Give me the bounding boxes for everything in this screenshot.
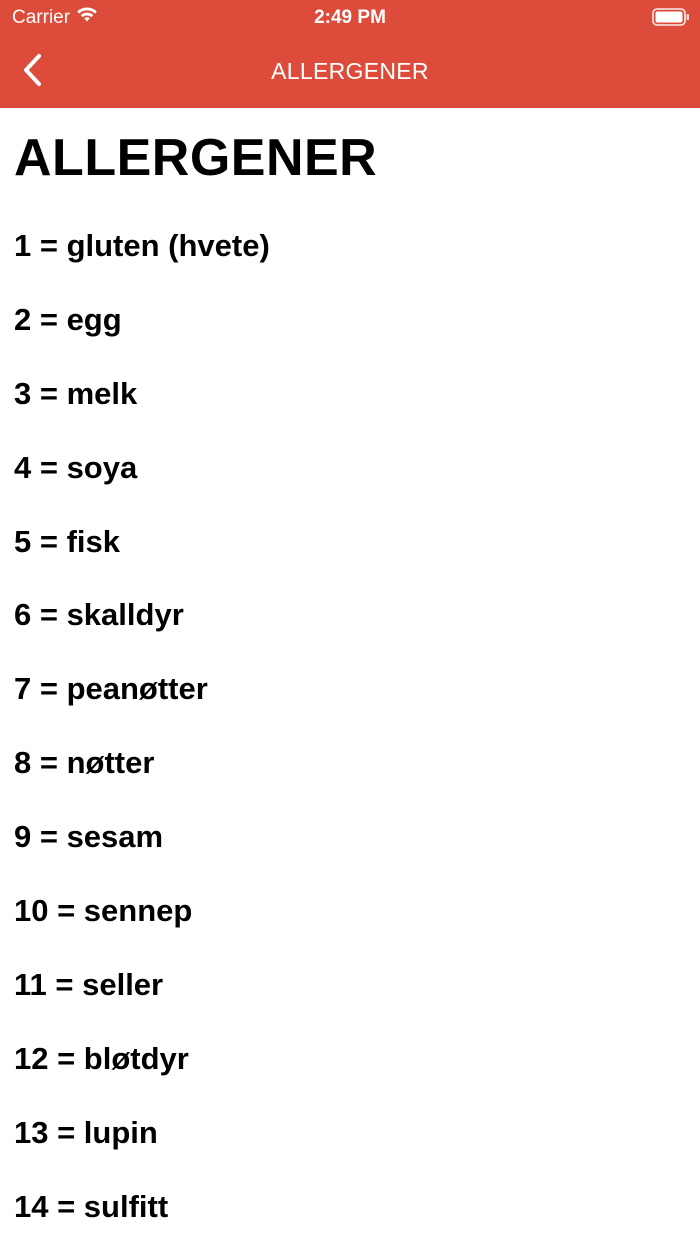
list-item: 10 = sennep bbox=[14, 893, 193, 929]
list-item: 2 = egg bbox=[14, 301, 122, 337]
list-item: 11 = seller bbox=[14, 966, 164, 1002]
battery-icon bbox=[652, 8, 690, 26]
list-item: 12 = bløtdyr bbox=[14, 1040, 189, 1076]
list-item: 3 = melk bbox=[14, 375, 138, 411]
list-item: 14 = sulfitt bbox=[14, 1188, 169, 1224]
status-time: 2:49 PM bbox=[314, 7, 386, 28]
list-item: 13 = lupin bbox=[14, 1114, 158, 1150]
nav-title: ALLERGENER bbox=[271, 58, 429, 84]
list-item: 7 = peanøtter bbox=[14, 671, 208, 707]
list-item: 4 = soya bbox=[14, 449, 138, 485]
page-title: ALLERGENER bbox=[14, 129, 378, 187]
list-item: 8 = nøtter bbox=[14, 745, 155, 781]
allergen-list: 1 = gluten (hvete) 2 = egg 3 = melk 4 = … bbox=[14, 226, 270, 1260]
navigation-bar: ALLERGENER bbox=[0, 36, 700, 108]
list-item: 1 = gluten (hvete) bbox=[14, 228, 270, 263]
main-content: ALLERGENER 1 = gluten (hvete) 2 = egg 3 … bbox=[0, 108, 700, 1244]
list-item: 9 = sesam bbox=[14, 819, 164, 855]
list-item: 5 = fisk bbox=[14, 523, 120, 559]
status-bar: Carrier 2:49 PM bbox=[0, 0, 700, 36]
list-item: 6 = skalldyr bbox=[14, 597, 184, 633]
app-header: Carrier 2:49 PM ALLERGENER bbox=[0, 0, 700, 108]
